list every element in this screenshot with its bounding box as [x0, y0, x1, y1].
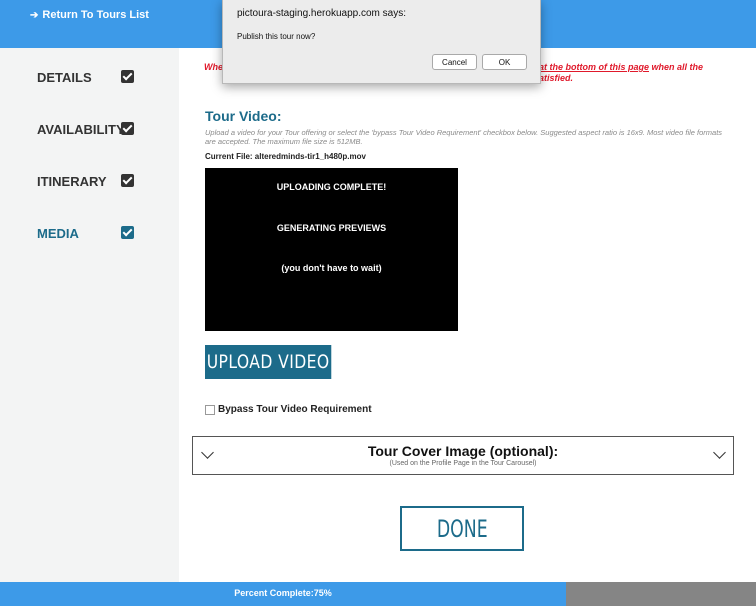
- warning-text-left: Whe: [204, 62, 223, 72]
- sidebar-item-itinerary[interactable]: ITINERARY: [37, 174, 107, 189]
- upload-status: UPLOADING COMPLETE!: [276, 182, 387, 192]
- dialog-message: Publish this tour now?: [237, 32, 316, 41]
- sidebar-item-label: AVAILABILITY: [37, 122, 125, 137]
- wait-note: (you don't have to wait): [281, 263, 382, 273]
- media-check-icon: [121, 226, 134, 239]
- bottom-of-page-link[interactable]: at the bottom of this page: [539, 62, 649, 72]
- bypass-video-checkbox[interactable]: [205, 404, 215, 415]
- itinerary-check-icon: [121, 174, 134, 187]
- tour-cover-image-panel[interactable]: Tour Cover Image (optional): (Used on th…: [192, 436, 734, 475]
- warning-text-line2: atisfied.: [539, 73, 574, 83]
- return-to-tours-label: Return To Tours List: [42, 9, 149, 21]
- cancel-button[interactable]: Cancel: [432, 54, 477, 70]
- availability-check-icon: [121, 122, 134, 135]
- tour-video-title: Tour Video:: [205, 108, 282, 124]
- bypass-video-label: Bypass Tour Video Requirement: [218, 404, 372, 415]
- sidebar-item-availability[interactable]: AVAILABILITY: [37, 122, 125, 137]
- progress-bar: Percent Complete:75%: [0, 582, 756, 606]
- done-label: DONE: [436, 514, 488, 543]
- warning-suffix: when all the: [649, 62, 704, 72]
- sidebar: DETAILS AVAILABILITY ITINERARY MEDIA: [0, 48, 179, 582]
- sidebar-item-details[interactable]: DETAILS: [37, 70, 92, 85]
- video-preview: UPLOADING COMPLETE! GENERATING PREVIEWS …: [205, 168, 458, 331]
- tour-video-help: Upload a video for your Tour offering or…: [205, 128, 723, 146]
- bypass-video-option: Bypass Tour Video Requirement: [205, 404, 372, 415]
- confirm-dialog: pictoura-staging.herokuapp.com says: Pub…: [222, 0, 541, 84]
- warning-text-right: at the bottom of this page when all the: [539, 62, 703, 72]
- upload-video-button[interactable]: UPLOAD VIDEO: [205, 345, 332, 379]
- current-file-label: Current File: alteredminds-tir1_h480p.mo…: [205, 152, 366, 161]
- details-check-icon: [121, 70, 134, 83]
- sidebar-item-label: MEDIA: [37, 226, 79, 241]
- done-button[interactable]: DONE: [400, 506, 524, 551]
- sidebar-item-label: DETAILS: [37, 70, 92, 85]
- return-to-tours-link[interactable]: ➔ Return To Tours List: [30, 9, 149, 21]
- cover-image-title: Tour Cover Image (optional):: [367, 443, 559, 459]
- arrow-left-icon: ➔: [30, 10, 39, 21]
- sidebar-item-media[interactable]: MEDIA: [37, 226, 79, 241]
- sidebar-item-label: ITINERARY: [37, 174, 107, 189]
- ok-button[interactable]: OK: [482, 54, 527, 70]
- cover-image-subtitle: (Used on the Profile Page in the Tour Ca…: [389, 460, 537, 467]
- preview-status: GENERATING PREVIEWS: [276, 223, 387, 233]
- dialog-title: pictoura-staging.herokuapp.com says:: [237, 8, 406, 19]
- progress-label: Percent Complete:75%: [234, 588, 332, 598]
